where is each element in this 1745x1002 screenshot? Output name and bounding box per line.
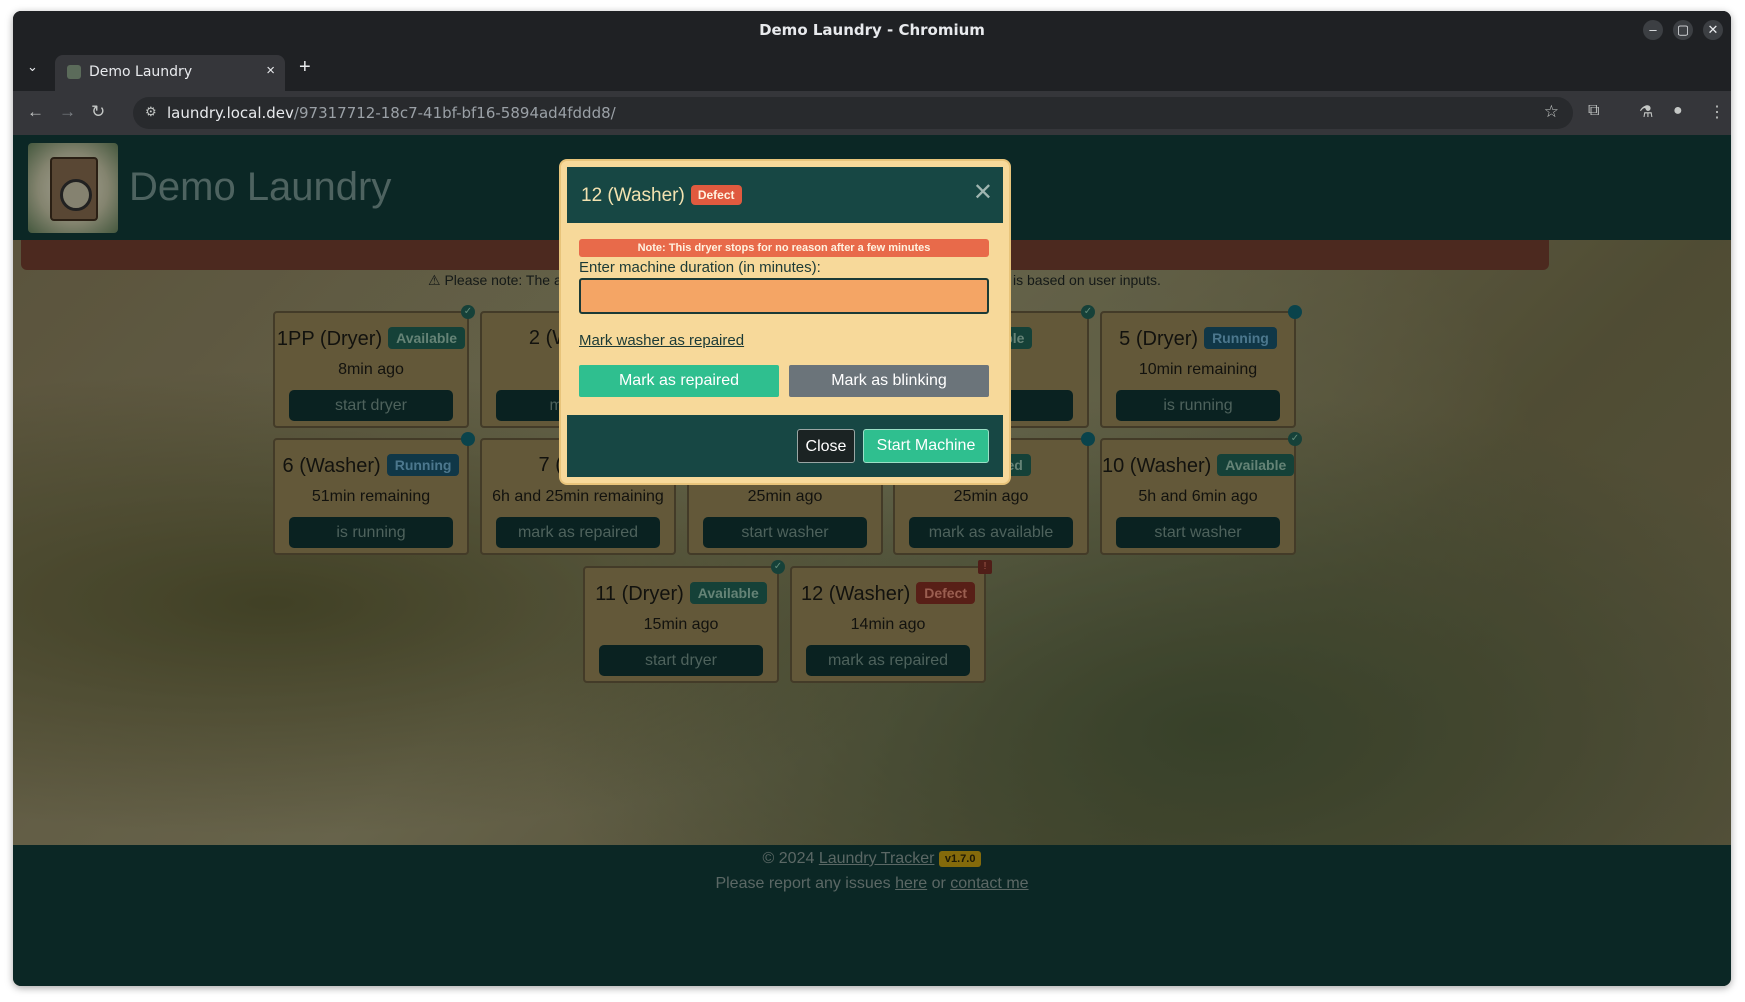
site-settings-icon[interactable]: ⚙ bbox=[145, 104, 157, 120]
start-machine-button[interactable]: Start Machine bbox=[863, 429, 989, 463]
browser-toolbar: ← → ↻ ⚙ laundry.local.dev/97317712-18c7-… bbox=[13, 91, 1731, 135]
tab-strip: ⌄ Demo Laundry × + bbox=[13, 49, 1731, 91]
menu-kebab-icon[interactable]: ⋮ bbox=[1709, 102, 1725, 122]
mark-as-blinking-button[interactable]: Mark as blinking bbox=[789, 365, 989, 397]
reload-icon[interactable]: ↻ bbox=[91, 102, 105, 122]
maximize-icon[interactable]: ▢ bbox=[1673, 20, 1693, 40]
modal-header: 12 (Washer) Defect ✕ bbox=[567, 167, 1003, 223]
minimize-icon[interactable]: – bbox=[1643, 20, 1663, 40]
title-bar: Demo Laundry - Chromium – ▢ ✕ bbox=[13, 11, 1731, 49]
profile-icon[interactable]: ● bbox=[1673, 102, 1683, 120]
tab-label: Demo Laundry bbox=[89, 64, 193, 80]
forward-icon[interactable]: → bbox=[59, 102, 76, 122]
new-tab-icon[interactable]: + bbox=[299, 56, 311, 79]
browser-window: Demo Laundry - Chromium – ▢ ✕ ⌄ Demo Lau… bbox=[13, 11, 1731, 986]
close-window-icon[interactable]: ✕ bbox=[1703, 20, 1723, 40]
modal-close-icon[interactable]: ✕ bbox=[973, 181, 993, 205]
mark-as-repaired-button[interactable]: Mark as repaired bbox=[579, 365, 779, 397]
url-text[interactable]: laundry.local.dev/97317712-18c7-41bf-bf1… bbox=[167, 104, 616, 122]
bookmark-star-icon[interactable]: ☆ bbox=[1544, 102, 1559, 122]
address-bar[interactable]: ⚙ laundry.local.dev/97317712-18c7-41bf-b… bbox=[133, 97, 1573, 129]
modal-footer: Close Start Machine bbox=[567, 415, 1003, 477]
modal-title: 12 (Washer) Defect bbox=[581, 185, 742, 207]
modal-close-button[interactable]: Close bbox=[797, 429, 855, 463]
back-icon[interactable]: ← bbox=[27, 102, 44, 122]
favicon-icon bbox=[67, 65, 81, 79]
labs-flask-icon[interactable]: ⚗ bbox=[1639, 102, 1653, 122]
duration-label: Enter machine duration (in minutes): bbox=[579, 259, 821, 276]
tab-demo-laundry[interactable]: Demo Laundry × bbox=[55, 55, 285, 91]
tab-search-icon[interactable]: ⌄ bbox=[27, 59, 38, 75]
page-viewport: Demo Laundry ⚠ Please note: The act is b… bbox=[13, 135, 1731, 986]
url-path: /97317712-18c7-41bf-bf16-5894ad4fddd8/ bbox=[293, 104, 616, 122]
mark-washer-repaired-link[interactable]: Mark washer as repaired bbox=[579, 332, 744, 349]
modal-status-badge: Defect bbox=[690, 185, 742, 205]
tab-close-icon[interactable]: × bbox=[266, 62, 275, 79]
duration-input[interactable] bbox=[579, 278, 989, 314]
machine-note: Note: This dryer stops for no reason aft… bbox=[579, 239, 989, 257]
extensions-icon[interactable]: ⧉ bbox=[1588, 102, 1599, 120]
machine-modal: 12 (Washer) Defect ✕ Note: This dryer sto… bbox=[561, 161, 1009, 483]
url-host: laundry.local.dev bbox=[167, 104, 294, 122]
window-title: Demo Laundry - Chromium bbox=[759, 21, 985, 39]
